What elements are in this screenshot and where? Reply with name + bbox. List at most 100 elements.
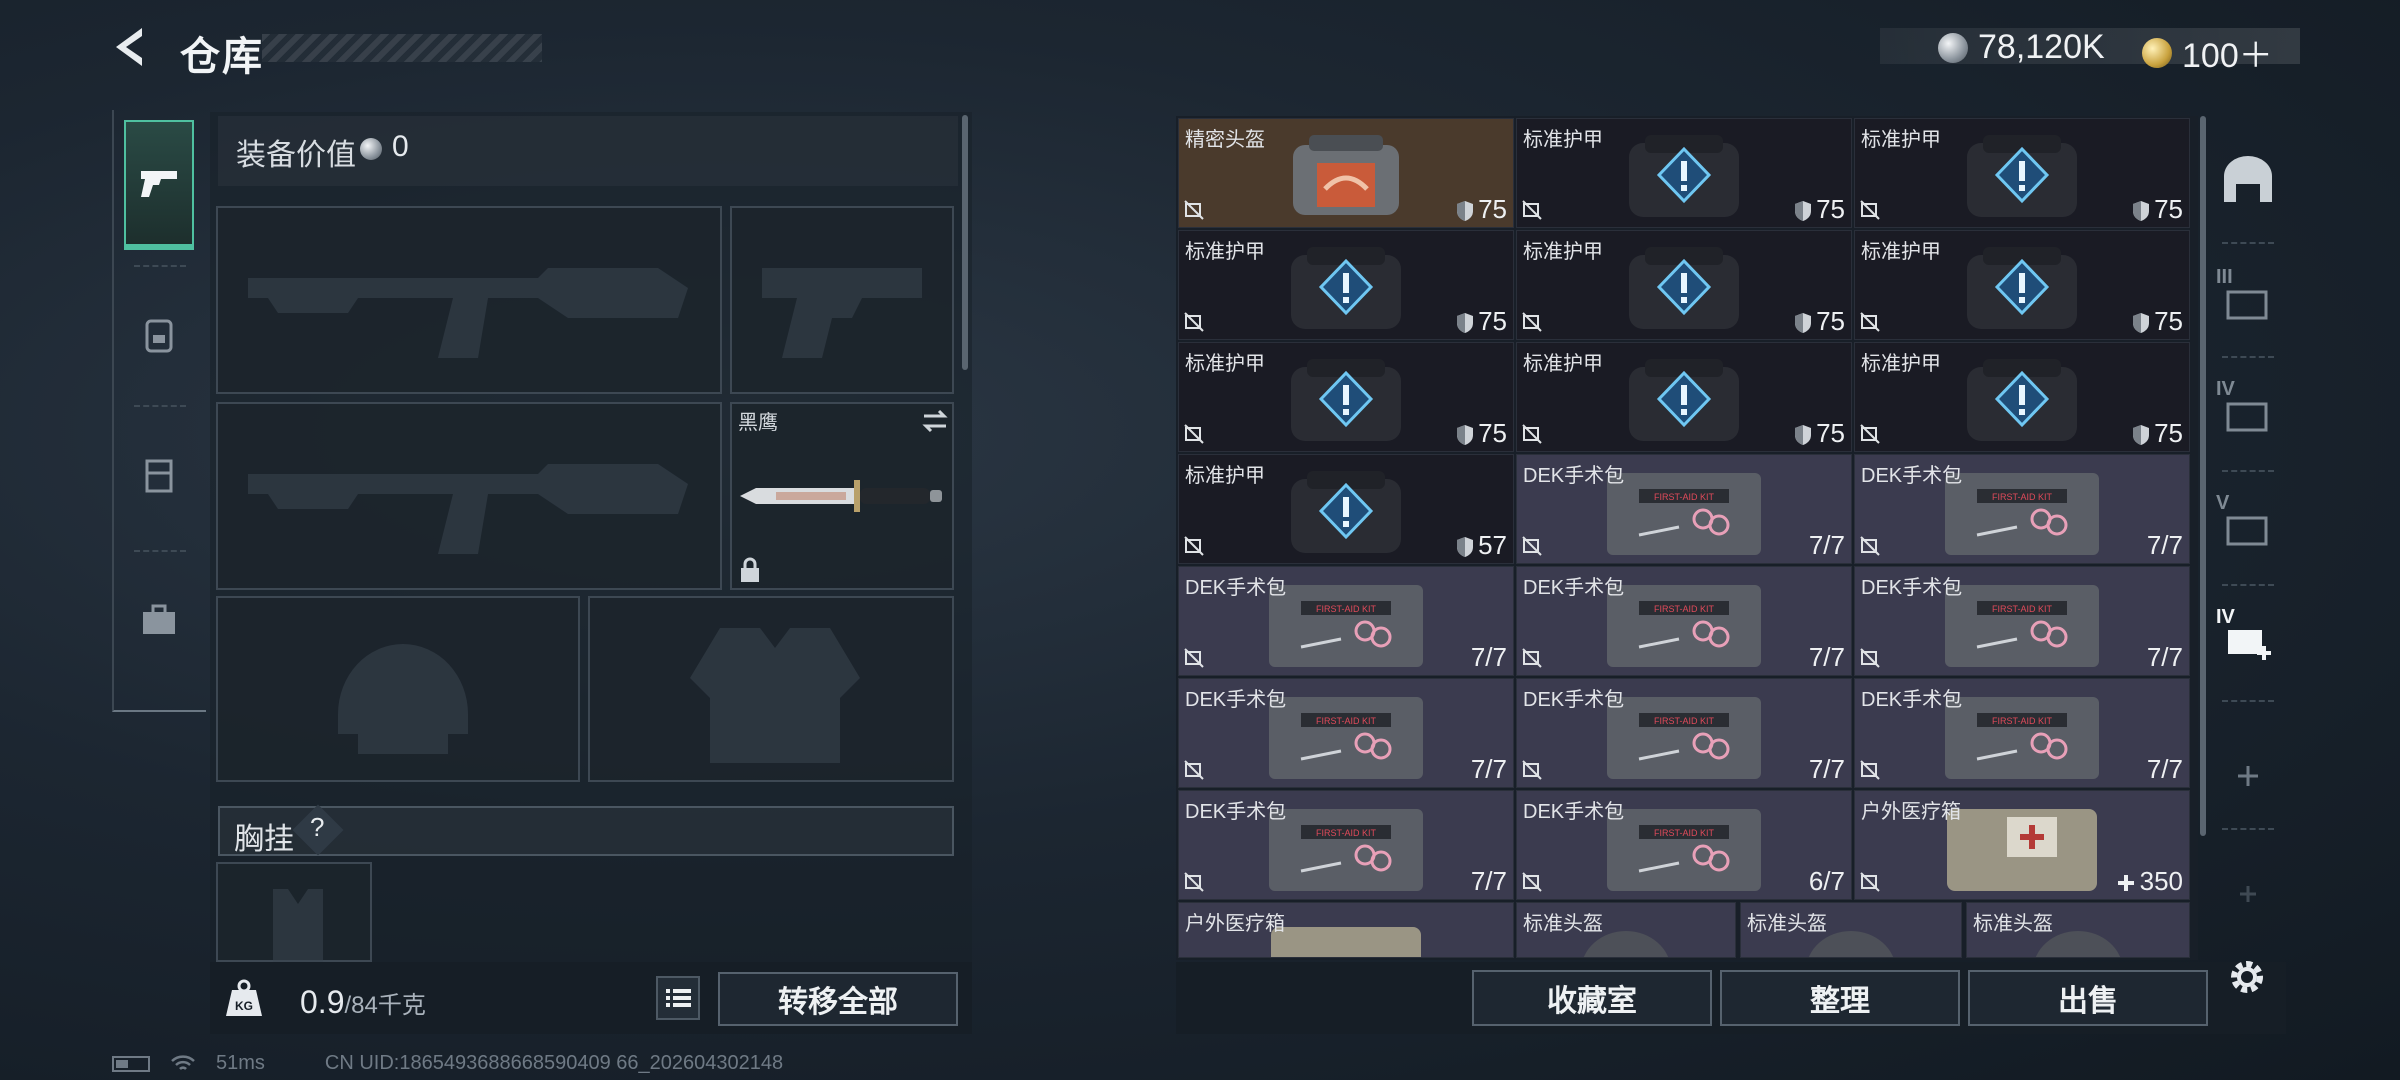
swap-icon[interactable] [920,406,950,436]
inventory-item-partial[interactable]: 标准头盔 [1966,902,2190,958]
item-value: 7/7 [1809,530,1845,561]
inventory-item[interactable]: 标准护甲 75 [1854,118,2190,228]
back-arrow-icon[interactable] [108,22,158,72]
sidearm-slot[interactable] [730,206,954,394]
collection-room-button[interactable]: 收藏室 [1472,970,1712,1026]
tab-divider [2222,356,2274,358]
currency-gold[interactable]: 100＋ [2142,28,2273,77]
tab-box-iii[interactable]: III [2216,266,2280,330]
loadout-scrollbar[interactable] [962,115,968,370]
inventory-item[interactable]: FIRST-AID KIT DEK手术包 7/7 [1178,678,1514,788]
item-value-text: 7/7 [1470,754,1507,784]
inventory-item[interactable]: FIRST-AID KIT DEK手术包 6/7 [1516,790,1852,900]
inventory-item[interactable]: 标准护甲 75 [1516,118,1852,228]
tab-weapons[interactable] [124,120,194,250]
first-aid-kit-icon: FIRST-AID KIT [1945,473,2099,555]
warehouse-home-icon[interactable] [2216,150,2280,214]
inventory-item[interactable]: FIRST-AID KIT DEK手术包 7/7 [1178,790,1514,900]
durability-shield-icon [1795,201,1812,222]
tab-chest-rig[interactable] [124,410,194,540]
silver-amount: 78,120K [1978,28,2105,66]
rifle-silhouette-icon [248,268,688,358]
inventory-item-partial[interactable]: 户外医疗箱 [1178,902,1514,958]
no-trade-icon [1522,648,1542,668]
inventory-item-partial[interactable]: 标准头盔 [1516,902,1736,958]
sort-button[interactable]: 整理 [1720,970,1960,1026]
vest-icon [145,459,173,493]
inventory-item[interactable]: 标准护甲 75 [1854,230,2190,340]
first-aid-kit-icon: FIRST-AID KIT [1269,809,1423,891]
inventory-item[interactable]: FIRST-AID KIT DEK手术包 7/7 [1854,678,2190,788]
currency-silver: 78,120K [1938,28,2105,67]
inventory-item[interactable]: 标准护甲 75 [1178,342,1514,452]
tab-backpack[interactable] [124,270,194,400]
first-aid-kit-icon: FIRST-AID KIT [1945,585,2099,667]
inventory-item[interactable]: 标准护甲 75 [1516,230,1852,340]
tab-divider [2222,584,2274,586]
equipment-value-label: 装备价值 [236,139,356,172]
knife-icon [740,480,942,512]
item-value: 57 [1456,530,1507,561]
armor-icon [1967,359,2077,441]
item-value-text: 7/7 [1808,754,1845,784]
inventory-item[interactable]: 标准护甲 75 [1854,342,2190,452]
body-armor-slot[interactable] [588,596,954,782]
tab-medical-iv[interactable]: IV [2216,606,2280,670]
inventory-item[interactable]: 标准护甲 75 [1178,230,1514,340]
tab-box-v[interactable]: V [2216,492,2280,556]
inventory-item-partial[interactable]: 标准头盔 [1740,902,1962,958]
no-trade-icon [1860,424,1880,444]
sell-button[interactable]: 出售 [1968,970,2208,1026]
svg-text:FIRST-AID KIT: FIRST-AID KIT [1654,492,1715,502]
svg-text:FIRST-AID KIT: FIRST-AID KIT [1654,716,1715,726]
item-value-text: 7/7 [2146,530,2183,560]
tab-divider [2222,242,2274,244]
inventory-item[interactable]: 户外医疗箱 350 [1854,790,2190,900]
tab-divider [2222,470,2274,472]
durability-shield-icon [1457,313,1474,334]
no-trade-icon [1860,312,1880,332]
no-trade-icon [1522,424,1542,444]
durability-shield-icon [1457,201,1474,222]
item-name: 户外医疗箱 [1861,801,1961,823]
item-value: 75 [2132,194,2183,225]
inventory-item[interactable]: FIRST-AID KIT DEK手术包 7/7 [1516,454,1852,564]
chest-rig-slot[interactable] [216,862,372,964]
inventory-item[interactable]: FIRST-AID KIT DEK手术包 7/7 [1178,566,1514,676]
settings-gear-icon[interactable] [2224,954,2270,1000]
pistol-silhouette-icon [762,268,922,358]
armor-icon [1629,359,1739,441]
inventory-item[interactable]: FIRST-AID KIT DEK手术包 7/7 [1854,566,2190,676]
list-view-button[interactable] [656,976,700,1020]
item-value: 75 [1456,194,1507,225]
item-value-text: 7/7 [2146,642,2183,672]
tab-divider [134,405,186,407]
inventory-item[interactable]: 标准护甲 57 [1178,454,1514,564]
inventory-item[interactable]: 精密头盔 75 [1178,118,1514,228]
inventory-item[interactable]: 标准护甲 75 [1516,342,1852,452]
inventory-item[interactable]: FIRST-AID KIT DEK手术包 7/7 [1516,678,1852,788]
tab-toolbox[interactable] [124,555,194,685]
outdoor-medical-case-icon [1271,927,1421,957]
helmet-silhouette-icon [338,644,468,754]
item-name: 标准护甲 [1861,129,1941,151]
inventory-item[interactable]: FIRST-AID KIT DEK手术包 7/7 [1516,566,1852,676]
warehouse-scrollbar[interactable] [2200,116,2206,836]
helmet-slot[interactable] [216,596,580,782]
container-icon [2226,290,2268,320]
transfer-all-button[interactable]: 转移全部 [718,972,958,1026]
primary-weapon-slot-1[interactable] [216,206,722,394]
durability-shield-icon [2133,313,2150,334]
item-name: DEK手术包 [1861,689,1963,711]
add-tab-icon[interactable] [2216,744,2280,808]
item-name: DEK手术包 [1523,577,1625,599]
first-aid-kit-icon: FIRST-AID KIT [1269,697,1423,779]
tab-box-iv[interactable]: IV [2216,378,2280,442]
item-value-text: 75 [2154,306,2183,336]
tab-divider [134,550,186,552]
add-tab-icon[interactable] [2216,862,2280,926]
svg-text:FIRST-AID KIT: FIRST-AID KIT [1992,716,2053,726]
inventory-item[interactable]: FIRST-AID KIT DEK手术包 7/7 [1854,454,2190,564]
primary-weapon-slot-2[interactable] [216,402,722,590]
gold-amount: 100＋ [2182,37,2273,75]
